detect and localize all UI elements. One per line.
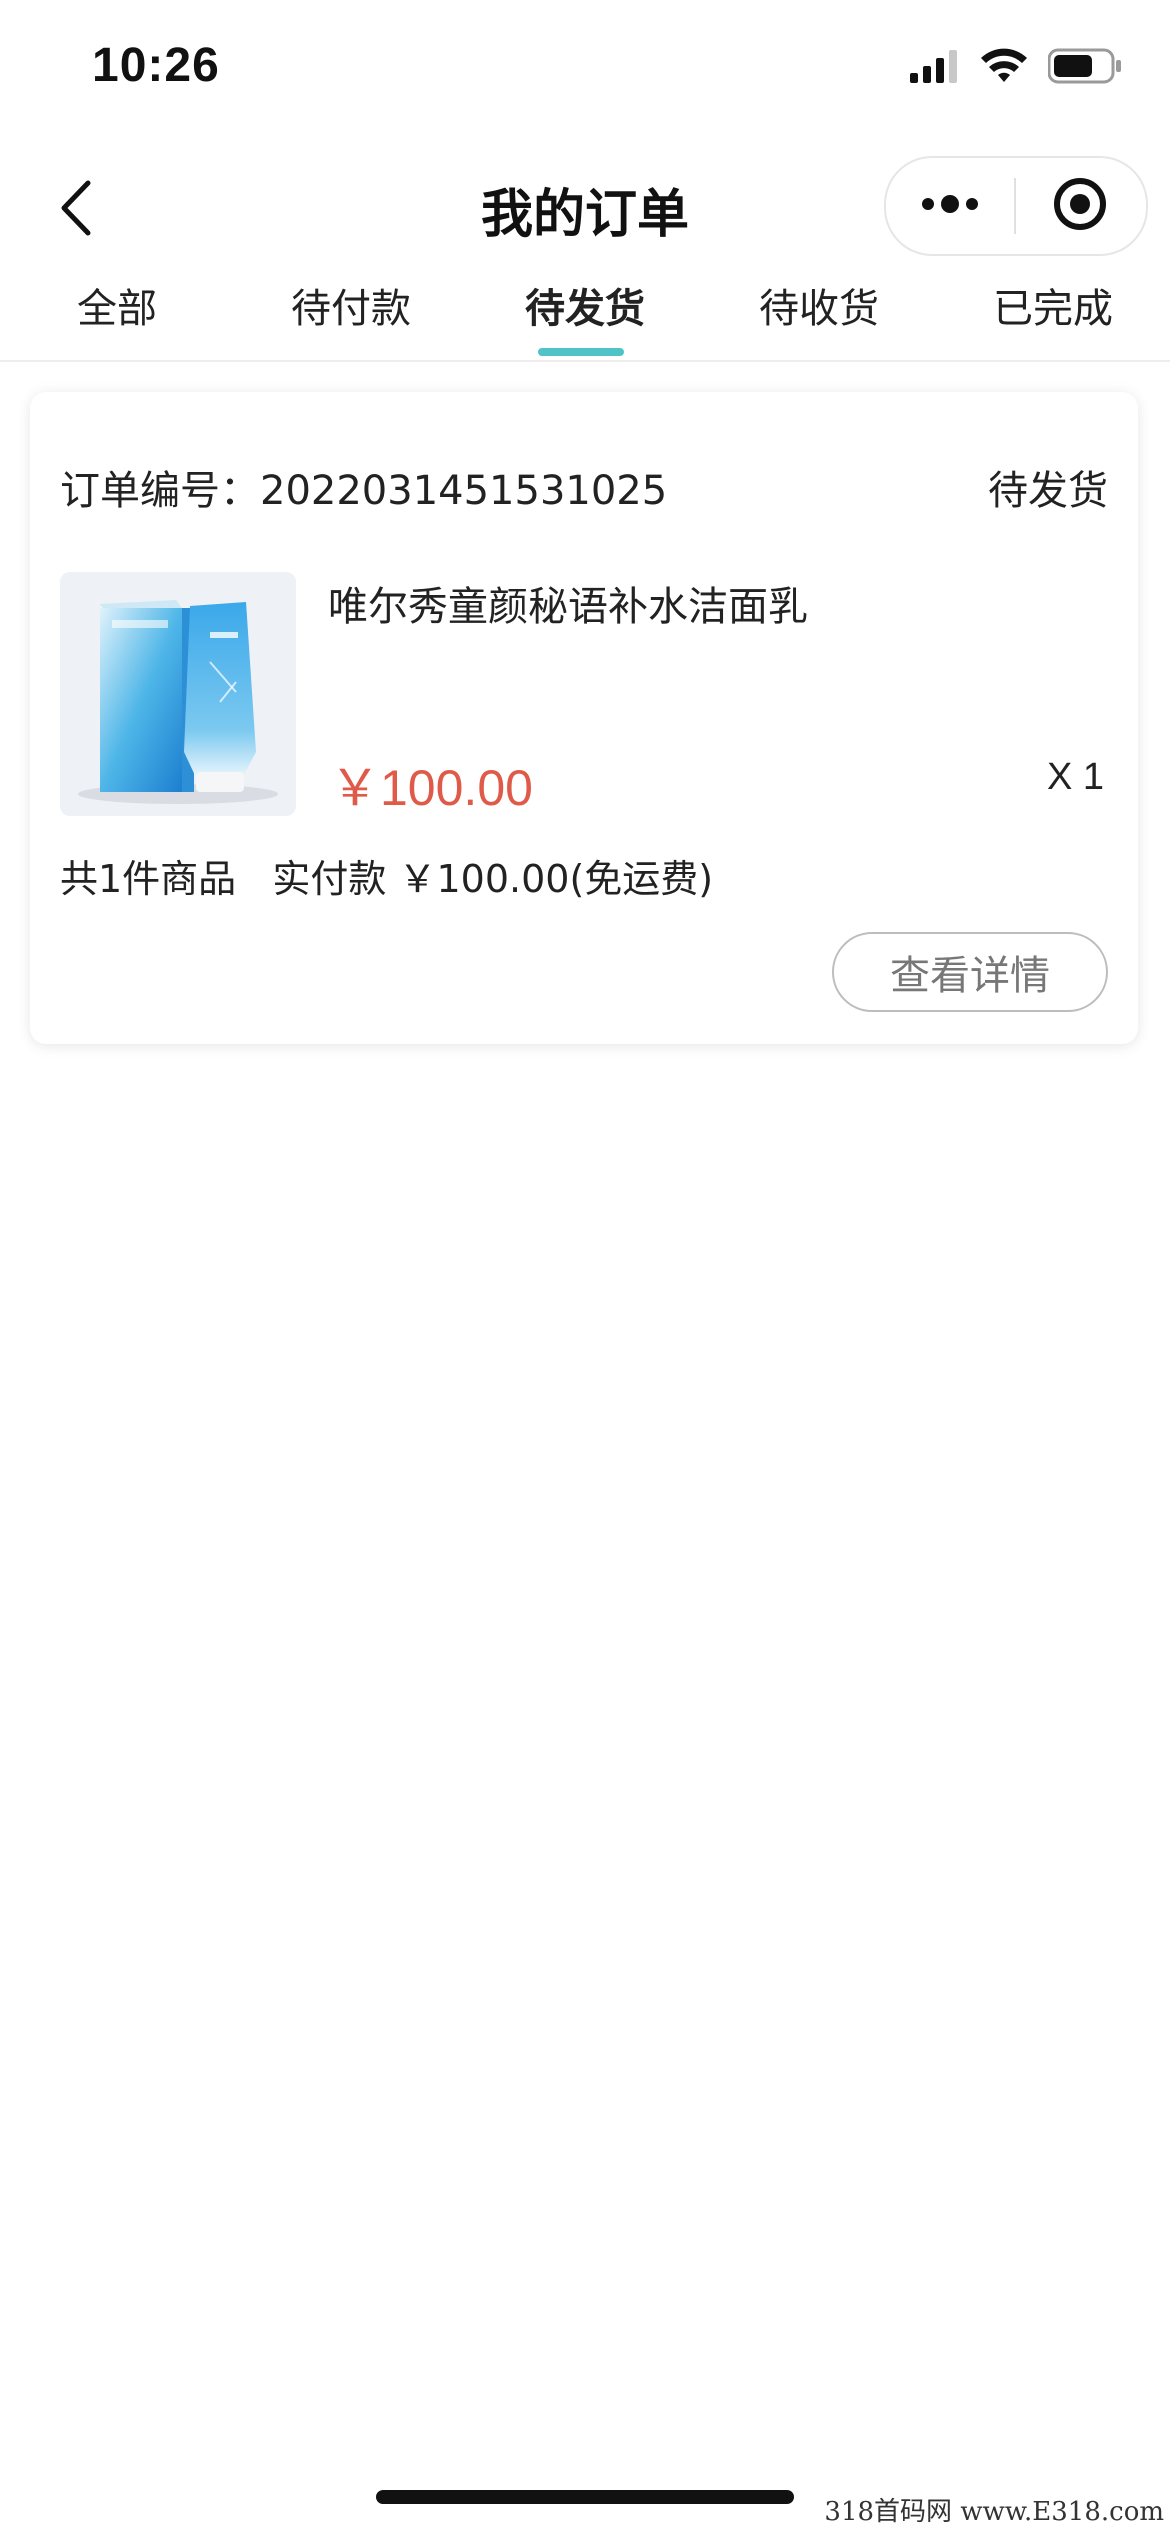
close-miniprogram-button[interactable] [1016,158,1144,254]
tab-pending-payment[interactable]: 待付款 [234,276,468,334]
home-indicator[interactable] [376,2490,794,2504]
miniprogram-capsule [884,156,1148,256]
tab-pending-receipt[interactable]: 待收货 [702,276,936,334]
order-tabs: 全部 待付款 待发货 待收货 已完成 [0,270,1170,362]
more-button[interactable] [886,158,1014,254]
order-card[interactable]: 订单编号：2022031451531025 待发货 唯尔秀童颜秘语补水洁面乳 ￥… [30,392,1138,1044]
navbar: 我的订单 [0,150,1170,260]
cellular-signal-icon [910,49,960,87]
product-image[interactable] [60,572,296,816]
active-tab-indicator [538,348,624,356]
watermark-text: 318首码网 www.E318.com [824,2497,1164,2527]
target-circle-icon [1052,176,1108,236]
status-time: 10:26 [92,39,220,92]
tab-all[interactable]: 全部 [0,276,234,334]
more-dots-icon [920,194,980,218]
tab-pending-shipment[interactable]: 待发货 [468,276,702,334]
status-icons [910,48,1122,88]
order-summary: 共1件商品 实付款 ￥100.00(免运费) [60,857,714,901]
wifi-icon [980,48,1028,88]
order-number: 订单编号：2022031451531025 [60,468,668,514]
product-price: ￥100.00 [330,760,533,816]
product-quantity: X 1 [1046,756,1104,798]
battery-icon [1047,48,1122,88]
status-bar: 10:26 [0,0,1170,140]
view-details-button[interactable]: 查看详情 [832,932,1108,1012]
order-status: 待发货 [988,468,1108,514]
tab-completed[interactable]: 已完成 [936,276,1170,334]
product-name[interactable]: 唯尔秀童颜秘语补水洁面乳 [328,574,808,632]
